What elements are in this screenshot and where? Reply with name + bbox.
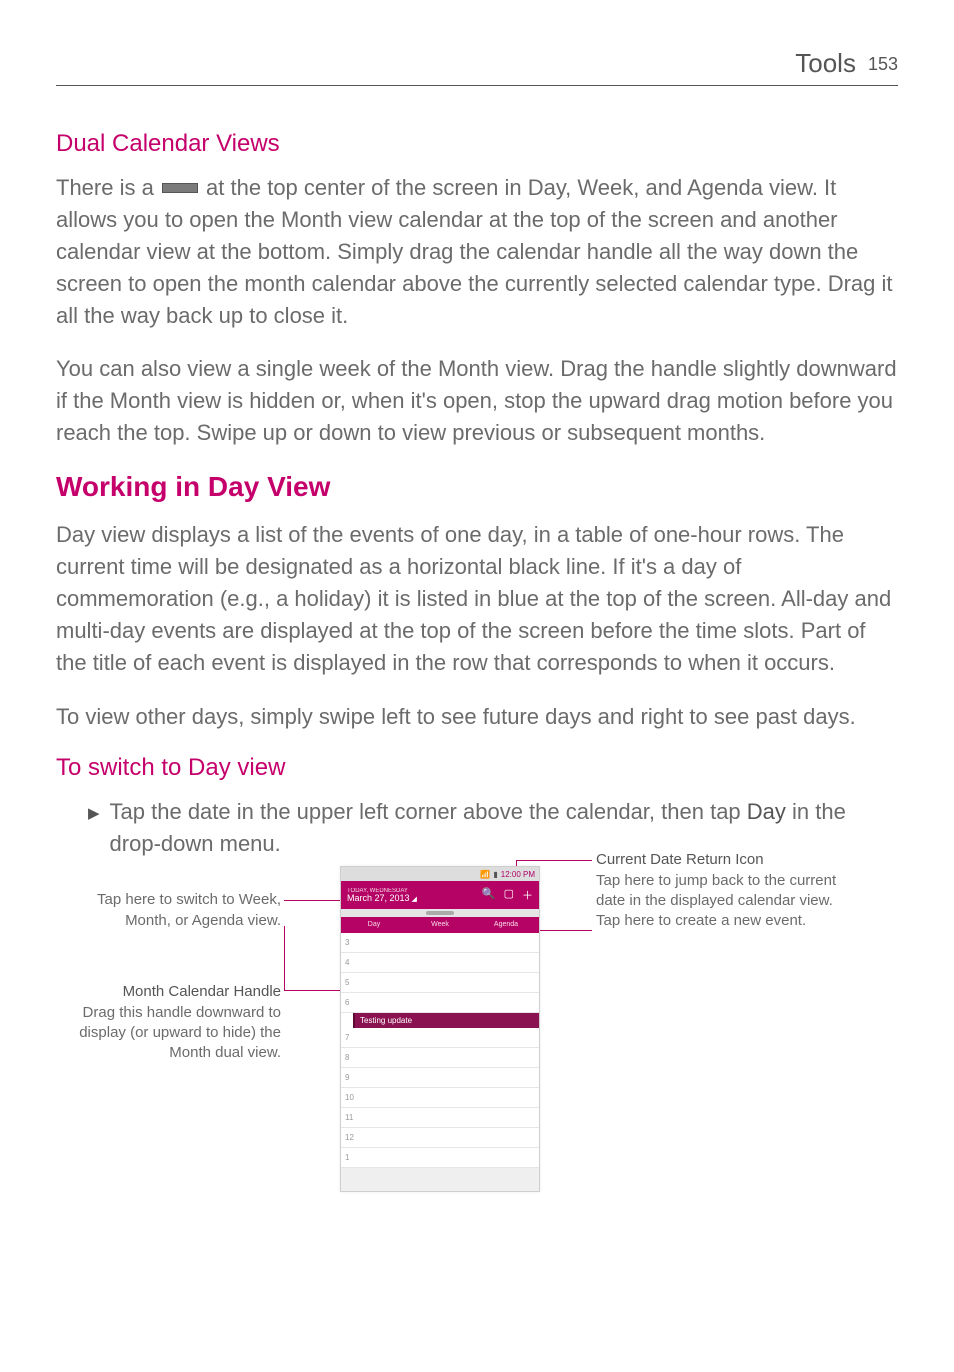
callout-right: Current Date Return Icon Tap here to jum… [596, 850, 856, 931]
hour-row: 6 [341, 993, 539, 1013]
hour-row: 11 [341, 1108, 539, 1128]
date-selector[interactable]: TODAY, WEDNESDAY March 27, 2013◢ [347, 888, 482, 903]
tab-day[interactable]: Day [341, 917, 407, 933]
hour-row: 8 [341, 1048, 539, 1068]
calendar-event[interactable]: Testing update [353, 1013, 539, 1028]
month-handle[interactable] [341, 909, 539, 917]
paragraph-working-2: To view other days, simply swipe left to… [56, 701, 898, 733]
hour-row: 3 [341, 933, 539, 953]
figure-area: Tap here to switch to Week, Month, or Ag… [56, 866, 898, 1206]
bullet-pre: Tap the date in the upper left corner ab… [110, 799, 747, 824]
callout-month-handle: Month Calendar Handle Drag this handle d… [44, 982, 281, 1063]
callout-return-icon-label: Current Date Return Icon [596, 850, 856, 870]
hour-row: 10 [341, 1088, 539, 1108]
leader-line [284, 990, 341, 991]
battery-icon: ▮ [493, 870, 497, 879]
paragraph-dual-2: You can also view a single week of the M… [56, 353, 898, 449]
section-name: Tools [795, 48, 856, 79]
callout-month-handle-body: Drag this handle downward to display (or… [44, 1003, 281, 1064]
add-event-icon[interactable]: ＋ [522, 887, 533, 903]
callout-switch-view: Tap here to switch to Week, Month, or Ag… [56, 890, 281, 931]
date-main: March 27, 2013 [347, 893, 410, 903]
handle-grip-icon [426, 911, 454, 915]
phone-screenshot: 📶 ▮ 12:00 PM TODAY, WEDNESDAY March 27, … [340, 866, 540, 1192]
callout-create-event-body: Tap here to create a new event. [596, 911, 856, 931]
today-icon[interactable]: ▢ [504, 887, 514, 903]
bullet-bold: Day [747, 799, 786, 824]
hour-row: 7 [341, 1028, 539, 1048]
view-tabs: Day Week Agenda [341, 917, 539, 933]
p1b: at the top center of the screen in Day, … [56, 175, 893, 328]
status-time: 12:00 PM [501, 870, 535, 879]
page-number: 153 [868, 54, 898, 75]
leader-line [284, 900, 342, 901]
date-bar[interactable]: TODAY, WEDNESDAY March 27, 2013◢ 🔍 ▢ ＋ [341, 881, 539, 909]
leader-line [284, 926, 285, 990]
tab-agenda[interactable]: Agenda [473, 917, 539, 933]
paragraph-dual-1: There is a at the top center of the scre… [56, 172, 898, 331]
heading-switch-day: To switch to Day view [56, 754, 898, 782]
page-header: Tools 153 [56, 48, 898, 86]
hour-row: 12 [341, 1128, 539, 1148]
status-bar: 📶 ▮ 12:00 PM [341, 867, 539, 881]
paragraph-working-1: Day view displays a list of the events o… [56, 519, 898, 678]
hour-row: 9 [341, 1068, 539, 1088]
callout-month-handle-label: Month Calendar Handle [44, 982, 281, 1002]
handle-icon [162, 183, 198, 193]
heading-working-day: Working in Day View [56, 471, 898, 503]
leader-line [536, 930, 592, 931]
p1a: There is a [56, 175, 160, 200]
tab-week[interactable]: Week [407, 917, 473, 933]
callout-return-icon-body: Tap here to jump back to the current dat… [596, 871, 856, 912]
search-icon[interactable]: 🔍 [482, 887, 496, 903]
hour-row: 5 [341, 973, 539, 993]
date-small: TODAY, WEDNESDAY [347, 888, 482, 894]
hour-row: 1 [341, 1148, 539, 1168]
hour-row: 4 [341, 953, 539, 973]
leader-line [516, 860, 592, 861]
bullet-arrow-icon: ▶ [88, 804, 100, 822]
signal-icon: 📶 [480, 870, 490, 879]
chevron-down-icon: ◢ [412, 896, 417, 903]
heading-dual-views: Dual Calendar Views [56, 130, 898, 158]
hours-grid: 3 4 5 6 Testing update 7 8 9 10 11 12 1 [341, 933, 539, 1168]
